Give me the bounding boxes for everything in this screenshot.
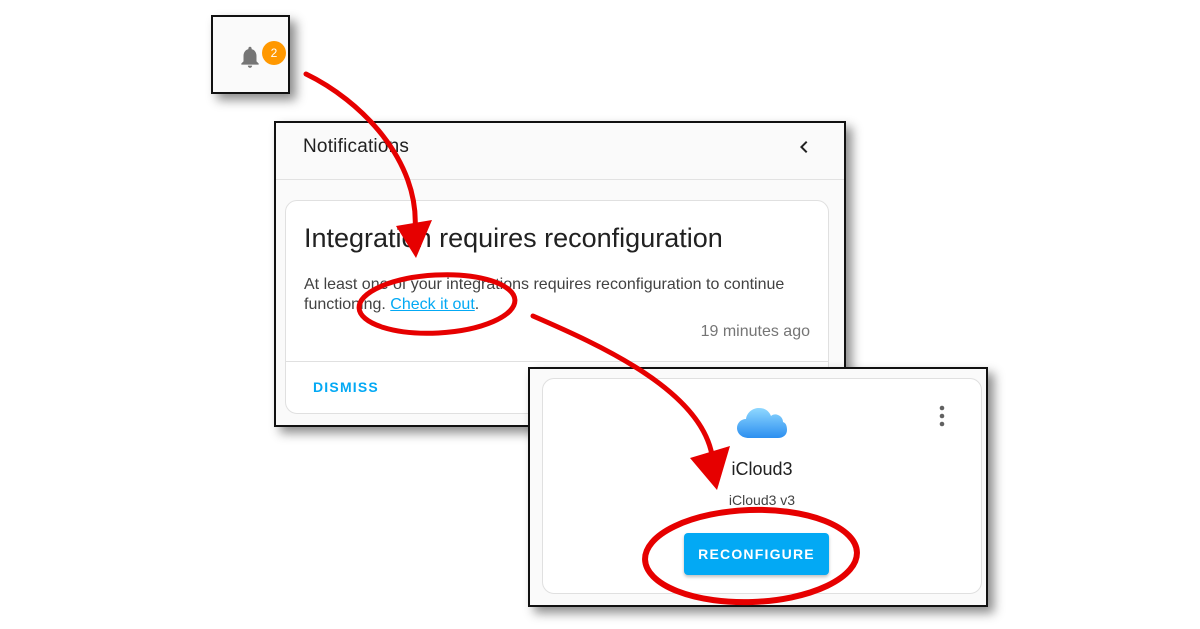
dismiss-button[interactable]: DISMISS: [313, 379, 379, 395]
notification-count-badge: 2: [262, 41, 286, 65]
integration-name: iCloud3: [731, 459, 793, 479]
integration-panel: iCloud3 iCloud3 v3 RECONFIGURE: [528, 367, 988, 607]
reconfigure-button[interactable]: RECONFIGURE: [684, 533, 829, 575]
notification-message-end: .: [474, 296, 480, 313]
bell-icon[interactable]: [237, 43, 263, 71]
card-divider: [286, 361, 828, 362]
check-it-out-link[interactable]: Check it out: [390, 296, 474, 313]
kebab-menu-icon[interactable]: [934, 404, 950, 428]
notifications-header: Notifications: [276, 123, 844, 180]
notification-bell-panel: 2: [211, 15, 290, 94]
integration-card: iCloud3 iCloud3 v3 RECONFIGURE: [542, 378, 982, 594]
notification-message-text: At least one of your integrations requir…: [304, 276, 785, 313]
notification-message: At least one of your integrations requir…: [304, 275, 814, 315]
notification-title: Integration requires reconfiguration: [304, 223, 723, 253]
integration-version: iCloud3 v3: [728, 492, 796, 508]
notifications-title: Notifications: [303, 136, 410, 157]
cloud-icon: [737, 408, 787, 438]
chevron-left-icon[interactable]: [792, 135, 816, 159]
notification-timestamp: 19 minutes ago: [700, 323, 810, 340]
